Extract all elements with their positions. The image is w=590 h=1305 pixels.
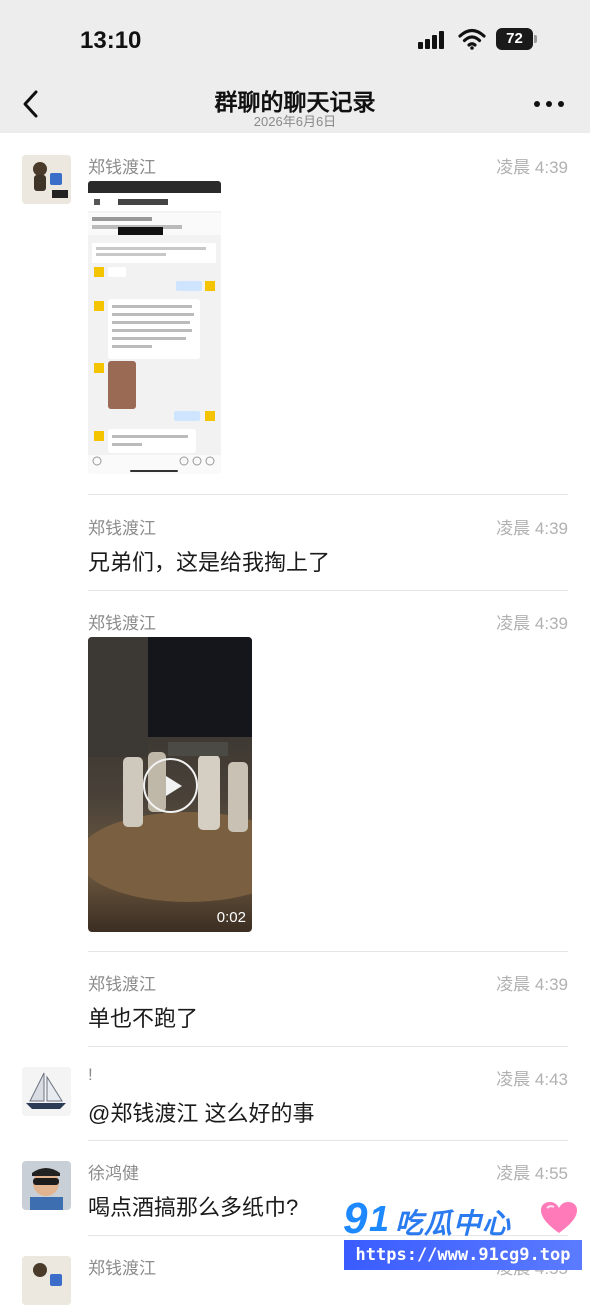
watermark-digit-1: 1 xyxy=(369,1198,390,1239)
wifi-icon xyxy=(458,28,486,50)
status-bar: 13:10 72 xyxy=(0,0,590,75)
message-time: 凌晨 4:39 xyxy=(496,519,568,538)
divider xyxy=(88,1140,568,1141)
battery-level: 72 xyxy=(496,28,533,50)
divider xyxy=(88,951,568,952)
page-date: 2026年6月6日 xyxy=(253,114,337,129)
message-time: 凌晨 4:43 xyxy=(496,1070,568,1089)
chat-header: 群聊的聊天记录 2026年6月6日 xyxy=(0,75,590,133)
avatar[interactable] xyxy=(22,155,71,204)
sender-name: 郑钱渡江 xyxy=(88,1259,156,1278)
message-text[interactable]: 喝点酒搞那么多纸巾? xyxy=(88,1190,298,1222)
sender-name: ! xyxy=(88,1065,93,1084)
image-attachment[interactable] xyxy=(88,181,221,474)
divider xyxy=(88,590,568,591)
video-attachment[interactable]: 0:02 xyxy=(88,637,252,932)
message-time: 凌晨 4:39 xyxy=(496,975,568,994)
watermark-digit-9: 9 xyxy=(343,1194,368,1243)
video-duration: 0:02 xyxy=(216,909,246,926)
avatar[interactable] xyxy=(22,1256,71,1305)
message-text[interactable]: @郑钱渡江 这么好的事 xyxy=(88,1096,314,1128)
avatar[interactable] xyxy=(22,1161,71,1210)
message-time: 凌晨 4:39 xyxy=(496,614,568,633)
signal-icon xyxy=(418,31,450,49)
sender-name: 郑钱渡江 xyxy=(88,158,156,177)
watermark-logo: 9 1 吃瓜中心 xyxy=(343,1194,583,1243)
sender-name: 徐鸿健 xyxy=(88,1164,139,1183)
sender-name: 郑钱渡江 xyxy=(88,614,156,633)
watermark-brand: 吃瓜中心 xyxy=(395,1208,512,1239)
message-time: 凌晨 4:55 xyxy=(496,1164,568,1183)
watermark-url: https://www.91cg9.top xyxy=(344,1240,582,1270)
play-icon[interactable] xyxy=(143,758,198,813)
more-icon[interactable] xyxy=(534,99,566,109)
status-time: 13:10 xyxy=(80,27,142,54)
divider xyxy=(88,1046,568,1047)
sender-name: 郑钱渡江 xyxy=(88,519,156,538)
heart-icon xyxy=(541,1202,577,1233)
message-time: 凌晨 4:39 xyxy=(496,158,568,177)
battery-icon: 72 xyxy=(496,28,538,50)
divider xyxy=(88,494,568,495)
sender-name: 郑钱渡江 xyxy=(88,975,156,994)
avatar[interactable] xyxy=(22,1067,71,1116)
message-text[interactable]: 兄弟们，这是给我掏上了 xyxy=(88,545,330,577)
message-text[interactable]: 单也不跑了 xyxy=(88,1001,198,1033)
